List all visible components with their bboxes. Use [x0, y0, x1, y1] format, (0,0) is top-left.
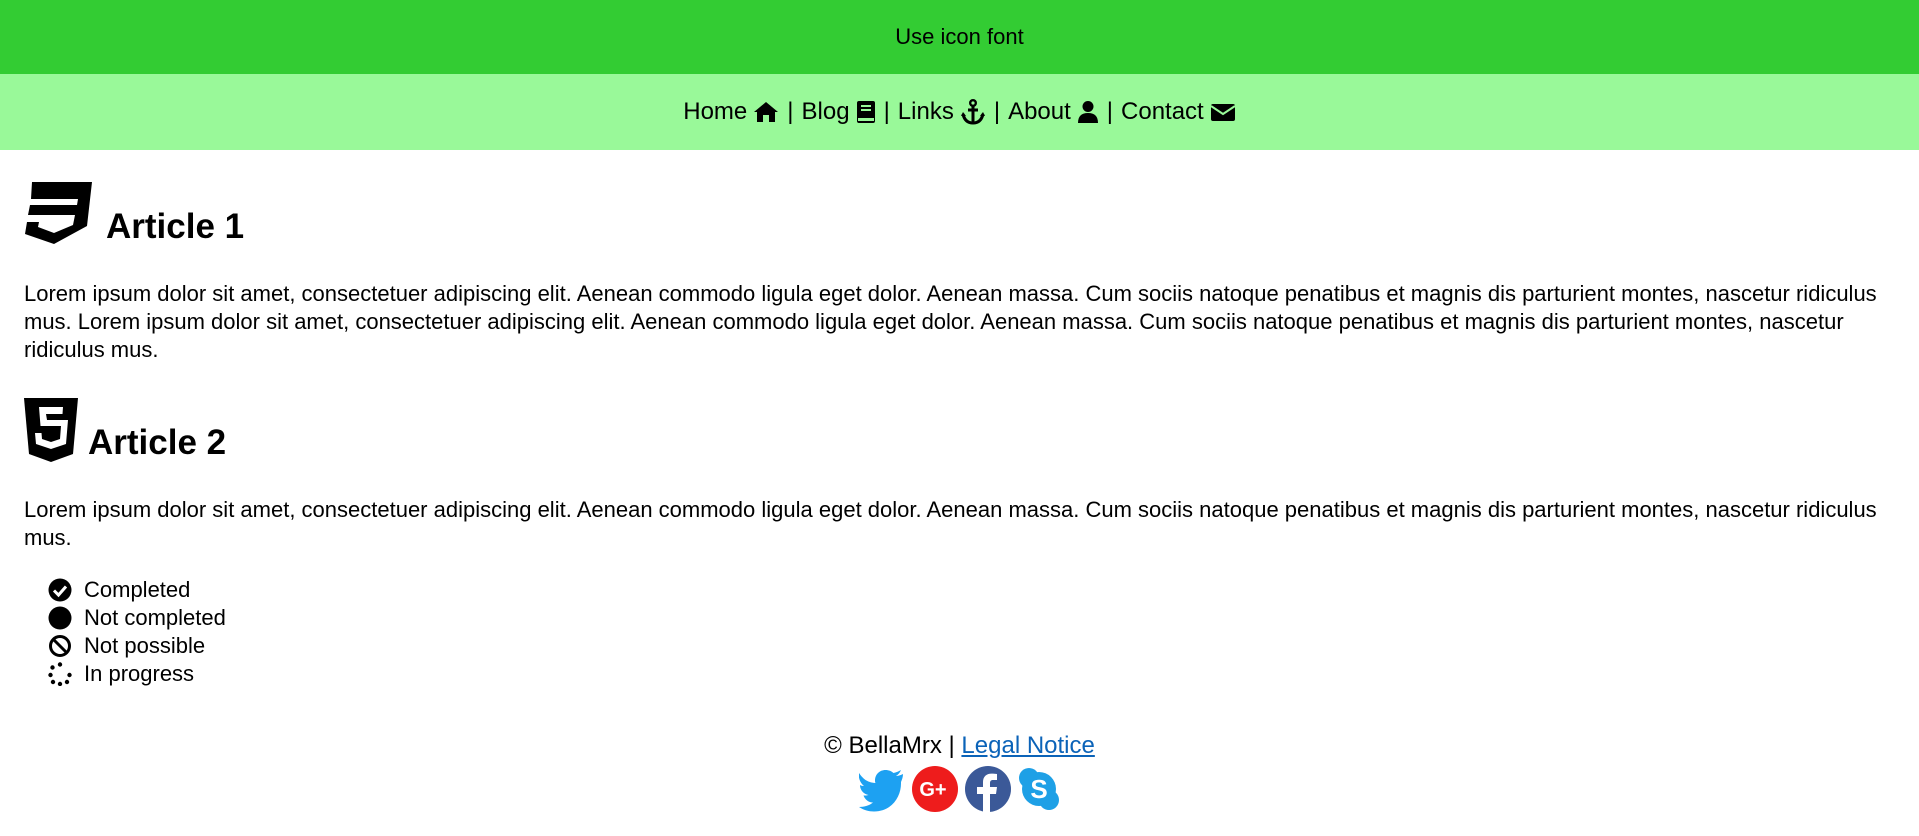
list-item: Not possible	[48, 632, 1895, 660]
nav-item-links[interactable]: Links	[898, 98, 986, 126]
home-icon	[754, 102, 779, 122]
nav-separator: |	[993, 98, 1001, 125]
status-label: Not completed	[84, 605, 226, 630]
anchor-icon	[960, 99, 985, 125]
legal-notice-link[interactable]: Legal Notice	[961, 732, 1094, 759]
nav-label: Home	[683, 98, 748, 125]
page-footer: © BellaMrx | Legal Notice G+ S	[0, 732, 1919, 812]
article-2: Article 2 Lorem ipsum dolor sit amet, co…	[24, 398, 1895, 552]
nav-label: Contact	[1121, 98, 1204, 125]
nav-separator: |	[1106, 98, 1114, 125]
nav-label: Blog	[801, 98, 850, 125]
check-circle-icon	[48, 578, 72, 602]
nav-separator: |	[787, 98, 794, 125]
main-nav: Home | Blog | Links | About | Contact	[0, 74, 1919, 150]
facebook-icon[interactable]	[965, 766, 1011, 812]
list-item: Completed	[48, 576, 1895, 604]
nav-item-blog[interactable]: Blog	[802, 98, 876, 126]
nav-item-about[interactable]: About	[1008, 98, 1099, 126]
page-header: Use icon font	[0, 0, 1919, 74]
html5-icon	[24, 398, 78, 462]
user-icon	[1077, 101, 1098, 123]
nav-separator: |	[883, 98, 890, 125]
list-item: Not completed	[48, 604, 1895, 632]
social-icons: G+ S	[0, 766, 1919, 812]
spinner-icon	[48, 662, 72, 686]
status-label: Completed	[84, 577, 191, 602]
article-1: Article 1 Lorem ipsum dolor sit amet, co…	[24, 182, 1895, 364]
book-icon	[856, 101, 875, 123]
page-title: Use icon font	[895, 24, 1024, 49]
main-content: Article 1 Lorem ipsum dolor sit amet, co…	[0, 182, 1919, 688]
status-label: In progress	[84, 661, 195, 686]
svg-text:S: S	[1030, 774, 1047, 804]
nav-item-home[interactable]: Home	[683, 98, 779, 126]
footer-line: © BellaMrx | Legal Notice	[0, 732, 1919, 760]
article-title: Article 2	[88, 423, 227, 462]
article-header: Article 2	[24, 398, 1895, 462]
status-label: Not possible	[84, 633, 206, 658]
article-title: Article 1	[106, 207, 245, 246]
twitter-icon[interactable]	[859, 766, 905, 812]
article-text: Lorem ipsum dolor sit amet, consectetuer…	[24, 281, 1877, 362]
svg-text:G+: G+	[919, 779, 946, 801]
envelope-icon	[1210, 104, 1236, 121]
status-list: Completed Not completed Not possible In …	[48, 576, 1895, 688]
skype-icon[interactable]: S	[1018, 766, 1060, 812]
article-text: Lorem ipsum dolor sit amet, consectetuer…	[24, 497, 1877, 550]
css3-icon	[25, 182, 92, 244]
google-plus-icon[interactable]: G+	[912, 766, 958, 812]
list-item: In progress	[48, 660, 1895, 688]
circle-icon	[48, 606, 72, 630]
nav-label: About	[1008, 98, 1071, 125]
nav-item-contact[interactable]: Contact	[1121, 98, 1236, 126]
ban-icon	[49, 635, 71, 657]
nav-label: Links	[897, 98, 954, 125]
footer-separator: |	[948, 732, 955, 759]
copyright: © BellaMrx	[824, 732, 942, 759]
article-header: Article 1	[24, 182, 1895, 246]
